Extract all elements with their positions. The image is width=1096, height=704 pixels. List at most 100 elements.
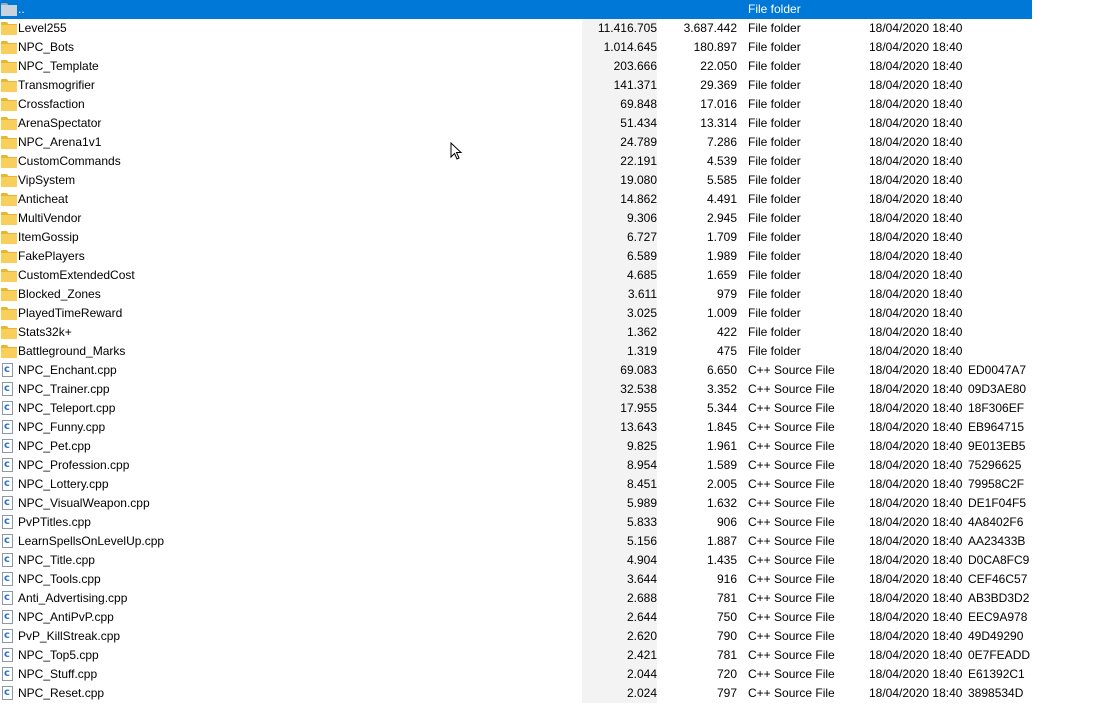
table-row[interactable]: NPC_VisualWeapon.cpp 5.989 1.632 C++ Source… [0, 493, 1032, 513]
table-row[interactable]: PvPTitles.cpp 5.833 906 C++ Source File 18/0… [0, 512, 1032, 532]
file-list[interactable]: .. File folder Level255 11.416.705 3.687.4… [0, 0, 1032, 703]
file-name: ArenaSpectator [18, 116, 102, 130]
folder-icon [1, 230, 17, 245]
file-name: PvPTitles.cpp [18, 515, 91, 529]
table-row[interactable]: LearnSpellsOnLevelUp.cpp 5.156 1.887 C++ So… [0, 531, 1032, 551]
table-row[interactable]: Transmogrifier 141.371 29.369 File folder 18… [0, 76, 1032, 95]
file-size: 9.306 [582, 209, 657, 228]
file-size: 9.825 [582, 437, 657, 456]
table-row[interactable]: NPC_Lottery.cpp 8.451 2.005 C++ Source File… [0, 474, 1032, 494]
file-size: 3.644 [582, 570, 657, 589]
file-modified: 18/04/2020 18:40 [869, 97, 963, 111]
table-row[interactable]: Crossfaction 69.848 17.016 File folder 18/04… [0, 95, 1032, 114]
file-size: 3.025 [582, 304, 657, 323]
table-row[interactable]: NPC_Template 203.666 22.050 File folder 18/0… [0, 57, 1032, 76]
file-size: 2.688 [582, 589, 657, 608]
file-crc: 9E013EB5 [968, 439, 1026, 453]
file-modified: 18/04/2020 18:40 [869, 268, 963, 282]
table-row[interactable]: NPC_Top5.cpp 2.421 781 C++ Source File 18/04… [0, 645, 1032, 665]
table-row[interactable]: NPC_Enchant.cpp 69.083 6.650 C++ Source Fil… [0, 360, 1032, 380]
file-name: NPC_Funny.cpp [18, 420, 106, 434]
file-modified: 18/04/2020 18:40 [869, 40, 963, 54]
table-row[interactable]: NPC_Trainer.cpp 32.538 3.352 C++ Source Fil… [0, 379, 1032, 399]
table-row[interactable]: NPC_Arena1v1 24.789 7.286 File folder 18/04/… [0, 133, 1032, 152]
parent-folder-row[interactable]: .. File folder [0, 0, 1032, 19]
file-packed-size: 180.897 [693, 40, 737, 54]
table-row[interactable]: FakePlayers 6.589 1.989 File folder 18/04/20… [0, 247, 1032, 266]
file-name: MultiVendor [18, 211, 82, 225]
file-modified: 18/04/2020 18:40 [869, 306, 963, 320]
cpp-file-icon [2, 417, 18, 436]
table-row[interactable]: NPC_Title.cpp 4.904 1.435 C++ Source File 18… [0, 550, 1032, 570]
table-row[interactable]: NPC_Funny.cpp 13.643 1.845 C++ Source File 1… [0, 417, 1032, 437]
file-modified: 18/04/2020 18:40 [869, 477, 963, 491]
file-size: 6.589 [582, 247, 657, 266]
table-row[interactable]: PvP_KillStreak.cpp 2.620 790 C++ Source Fil… [0, 626, 1032, 646]
cpp-file-icon [2, 455, 18, 474]
file-modified: 18/04/2020 18:40 [869, 591, 963, 605]
file-type: C++ Source File [748, 439, 835, 453]
file-packed-size: 1.009 [706, 306, 737, 320]
cpp-file-icon [2, 474, 18, 493]
file-crc [968, 285, 1032, 304]
table-row[interactable]: NPC_Stuff.cpp 2.044 720 C++ Source File 18/0… [0, 664, 1032, 684]
file-packed-size: 5.344 [706, 401, 737, 415]
file-type: File folder [748, 325, 801, 339]
file-type: C++ Source File [748, 629, 835, 643]
table-row[interactable]: VipSystem 19.080 5.585 File folder 18/04/202… [0, 171, 1032, 190]
file-name: Level255 [18, 21, 67, 35]
table-row[interactable]: NPC_Profession.cpp 8.954 1.589 C++ Source F… [0, 455, 1032, 475]
table-row[interactable]: CustomExtendedCost 4.685 1.659 File folder 1… [0, 266, 1032, 285]
file-crc [968, 152, 1032, 171]
file-modified: 18/04/2020 18:40 [869, 420, 963, 434]
table-row[interactable]: NPC_Pet.cpp 9.825 1.961 C++ Source File 18/0… [0, 436, 1032, 456]
file-type: File folder [748, 249, 801, 263]
file-modified: 18/04/2020 18:40 [869, 173, 963, 187]
table-row[interactable]: Anticheat 14.862 4.491 File folder 18/04/202… [0, 190, 1032, 209]
file-modified: 18/04/2020 18:40 [869, 21, 963, 35]
folder-icon [1, 135, 17, 150]
file-modified: 18/04/2020 18:40 [869, 534, 963, 548]
file-type: C++ Source File [748, 515, 835, 529]
table-row[interactable]: Level255 11.416.705 3.687.442 File folder 18… [0, 19, 1032, 38]
cpp-file-icon [2, 493, 18, 512]
file-crc [968, 114, 1032, 133]
table-row[interactable]: ItemGossip 6.727 1.709 File folder 18/04/202… [0, 228, 1032, 247]
file-type: C++ Source File [748, 401, 835, 415]
cpp-file-icon [2, 379, 18, 398]
file-modified: 18/04/2020 18:40 [869, 648, 963, 662]
table-row[interactable]: MultiVendor 9.306 2.945 File folder 18/04/20… [0, 209, 1032, 228]
file-name: CustomExtendedCost [18, 268, 135, 282]
file-type: File folder [748, 116, 801, 130]
folder-icon [1, 249, 17, 264]
table-row[interactable]: PlayedTimeReward 3.025 1.009 File folder 18/… [0, 304, 1032, 323]
file-type: File folder [748, 40, 801, 54]
file-crc: EEC9A978 [968, 610, 1028, 624]
file-modified: 18/04/2020 18:40 [869, 135, 963, 149]
file-modified: 18/04/2020 18:40 [869, 629, 963, 643]
table-row[interactable]: NPC_Teleport.cpp 17.955 5.344 C++ Source Fi… [0, 398, 1032, 418]
file-type: C++ Source File [748, 591, 835, 605]
file-crc: E61392C1 [968, 667, 1025, 681]
folder-icon [1, 306, 17, 321]
file-type: C++ Source File [748, 667, 835, 681]
table-row[interactable]: Stats32k+ 1.362 422 File folder 18/04/2020 1… [0, 323, 1032, 342]
file-packed-size: 781 [716, 591, 737, 605]
parent-folder-icon [1, 2, 17, 17]
table-row[interactable]: Anti_Advertising.cpp 2.688 781 C++ Source F… [0, 588, 1032, 608]
table-row[interactable]: NPC_Tools.cpp 3.644 916 C++ Source File 18/0… [0, 569, 1032, 589]
file-size: 2.044 [582, 665, 657, 684]
file-type: File folder [748, 97, 801, 111]
file-crc [968, 209, 1032, 228]
table-row[interactable]: NPC_Reset.cpp 2.024 797 C++ Source File 18/0… [0, 683, 1032, 703]
file-modified: 18/04/2020 18:40 [869, 363, 963, 377]
file-type: File folder [748, 192, 801, 206]
table-row[interactable]: NPC_Bots 1.014.645 180.897 File folder 18/04… [0, 38, 1032, 57]
table-row[interactable]: Blocked_Zones 3.611 979 File folder 18/04/20… [0, 285, 1032, 304]
folder-icon [1, 344, 17, 359]
table-row[interactable]: NPC_AntiPvP.cpp 2.644 750 C++ Source File 18… [0, 607, 1032, 627]
table-row[interactable]: CustomCommands 22.191 4.539 File folder 18/0… [0, 152, 1032, 171]
file-type: File folder [748, 268, 801, 282]
table-row[interactable]: Battleground_Marks 1.319 475 File folder 18/… [0, 342, 1032, 361]
table-row[interactable]: ArenaSpectator 51.434 13.314 File folder 18/… [0, 114, 1032, 133]
